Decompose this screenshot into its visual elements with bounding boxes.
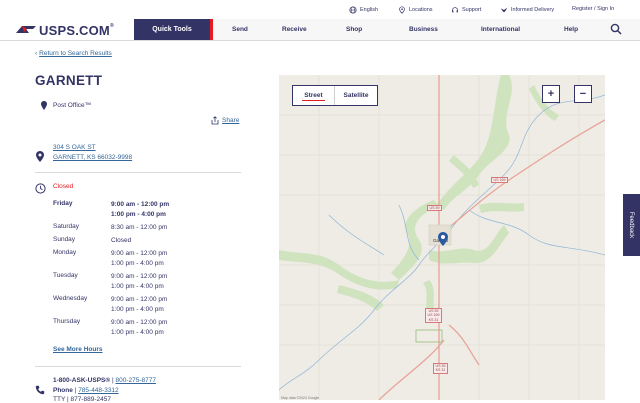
map-attribution: Map data ©2024 Google xyxy=(281,396,320,400)
hours-day: Monday xyxy=(53,249,77,256)
return-to-search-label: Return to Search Results xyxy=(39,50,112,57)
section-divider xyxy=(35,172,241,173)
phone-number-link[interactable]: 785-448-3312 xyxy=(78,387,118,394)
logo-text: USPS.COM® xyxy=(39,22,114,38)
hours-time: 9:00 am - 12:00 pm xyxy=(111,250,168,257)
address-pin-icon xyxy=(36,151,44,162)
share-label: Share xyxy=(222,117,240,124)
office-type-label: Post Office™ xyxy=(53,102,92,109)
road-label-us59-us169-ks31: US 59 US 169 KS 31 xyxy=(425,308,442,324)
hours-day: Thursday xyxy=(53,318,81,325)
toll-free-line: 1-800-ASK-USPS® | 800-275-8777 xyxy=(53,377,156,384)
location-pin-icon xyxy=(41,101,47,110)
register-label: Register / Sign In xyxy=(572,6,615,12)
hours-time: Closed xyxy=(111,237,132,244)
register-sign-in-link[interactable]: Register / Sign In xyxy=(572,6,614,12)
nav-quick-tools[interactable]: Quick Tools xyxy=(134,19,210,40)
road-label-us59-ks31: US 59 KS 31 xyxy=(433,363,448,374)
page-title: GARNETT xyxy=(35,73,103,88)
road-label-line: KS 31 xyxy=(435,368,446,373)
nav-divider xyxy=(0,40,640,41)
status-badge: Closed xyxy=(53,183,74,190)
nav-business[interactable]: Business xyxy=(409,19,438,40)
informed-delivery-label: Informed Delivery xyxy=(511,7,555,13)
hours-time: 1:00 pm - 4:00 pm xyxy=(111,329,164,336)
nav-shop[interactable]: Shop xyxy=(346,19,362,40)
address-line-1: 304 S OAK ST xyxy=(53,144,96,151)
road-label-line: KS 31 xyxy=(428,317,439,322)
road-label-us59: US 59 xyxy=(427,205,442,212)
hours-times: 9:00 am - 12:00 pm 1:00 pm - 4:00 pm xyxy=(111,295,167,315)
street-view-button[interactable]: Street xyxy=(293,86,335,105)
map-type-toggle: Street Satellite xyxy=(292,85,378,106)
chevron-left-icon: ‹ xyxy=(35,50,38,57)
nav-international[interactable]: International xyxy=(481,19,520,40)
hours-time: 1:00 pm - 4:00 pm xyxy=(111,283,164,290)
zoom-in-button[interactable]: + xyxy=(542,85,560,103)
nav-receive[interactable]: Receive xyxy=(282,19,307,40)
nav-help[interactable]: Help xyxy=(564,19,578,40)
language-label: English xyxy=(360,7,379,13)
main-nav: Quick Tools Send Receive Shop Business I… xyxy=(134,19,640,40)
informed-delivery-link[interactable]: Informed Delivery xyxy=(500,6,554,14)
nav-send[interactable]: Send xyxy=(232,19,248,40)
road-label-us169: US 169 xyxy=(491,177,508,184)
locations-label: Locations xyxy=(409,7,433,13)
hours-day: Saturday xyxy=(53,223,80,230)
language-selector[interactable]: English xyxy=(349,6,378,14)
office-type: Post Office™ xyxy=(41,101,91,110)
feedback-tab[interactable]: Feedback xyxy=(623,194,640,256)
hours-day: Sunday xyxy=(53,236,76,243)
hours-time: 1:00 pm - 4:00 pm xyxy=(111,260,164,267)
return-to-search-link[interactable]: ‹ Return to Search Results xyxy=(35,50,112,57)
alt-number-link[interactable]: 800-275-8777 xyxy=(115,377,155,384)
map-view[interactable]: Street Satellite + − US 169 US 59 US 59 … xyxy=(279,75,605,400)
zoom-out-button[interactable]: − xyxy=(574,85,592,103)
hours-time: 9:00 am - 12:00 pm xyxy=(111,319,168,326)
eagle-icon xyxy=(500,7,508,13)
location-pin-icon xyxy=(399,6,405,14)
search-icon[interactable] xyxy=(610,23,622,35)
clock-icon xyxy=(35,183,46,194)
hours-times: 9:00 am - 12:00 pm 1:00 pm - 4:00 pm xyxy=(111,200,169,220)
see-more-hours-link[interactable]: See More Hours xyxy=(53,346,103,353)
hours-time: 9:00 am - 12:00 pm xyxy=(111,273,168,280)
hours-times: 9:00 am - 12:00 pm 1:00 pm - 4:00 pm xyxy=(111,249,167,269)
share-icon xyxy=(211,116,219,125)
hours-day: Tuesday xyxy=(53,272,78,279)
hours-time: 1:00 pm - 4:00 pm xyxy=(111,211,166,218)
support-link[interactable]: Support xyxy=(451,6,481,14)
section-divider xyxy=(35,366,241,367)
headset-icon xyxy=(452,7,458,13)
toll-free-number: 1-800-ASK-USPS® xyxy=(53,377,111,384)
hours-time: 8:30 am - 12:00 pm xyxy=(111,224,168,231)
nav-accent-stripe xyxy=(210,19,213,40)
hours-day: Wednesday xyxy=(53,295,88,302)
usps-logo[interactable]: USPS.COM® xyxy=(16,20,114,40)
hours-times: 9:00 am - 12:00 pm 1:00 pm - 4:00 pm xyxy=(111,272,167,292)
support-label: Support xyxy=(462,7,482,13)
hours-times: Closed xyxy=(111,236,131,246)
address-link[interactable]: 304 S OAK ST GARNETT, KS 66032-9998 xyxy=(53,143,132,163)
phone-icon xyxy=(35,385,45,395)
hours-time: 9:00 am - 12:00 pm xyxy=(111,296,168,303)
address-line-2: GARNETT, KS 66032-9998 xyxy=(53,154,133,161)
globe-icon xyxy=(349,6,357,14)
hours-times: 8:30 am - 12:00 pm xyxy=(111,223,167,233)
hours-day: Friday xyxy=(53,200,73,207)
feedback-label: Feedback xyxy=(628,211,635,239)
hours-times: 9:00 am - 12:00 pm 1:00 pm - 4:00 pm xyxy=(111,318,167,338)
share-button[interactable]: Share xyxy=(211,116,239,125)
hours-time: 1:00 pm - 4:00 pm xyxy=(111,306,164,313)
eagle-logo-icon xyxy=(16,26,36,33)
locations-link[interactable]: Locations xyxy=(398,6,433,14)
phone-label: Phone xyxy=(53,387,73,394)
phone-line: Phone | 785-448-3312 xyxy=(53,387,119,394)
map-marker-icon[interactable] xyxy=(438,232,448,246)
satellite-view-button[interactable]: Satellite xyxy=(335,86,377,105)
utility-bar: English Locations Support Informed Deliv… xyxy=(0,0,640,20)
hours-time: 9:00 am - 12:00 pm xyxy=(111,201,170,208)
